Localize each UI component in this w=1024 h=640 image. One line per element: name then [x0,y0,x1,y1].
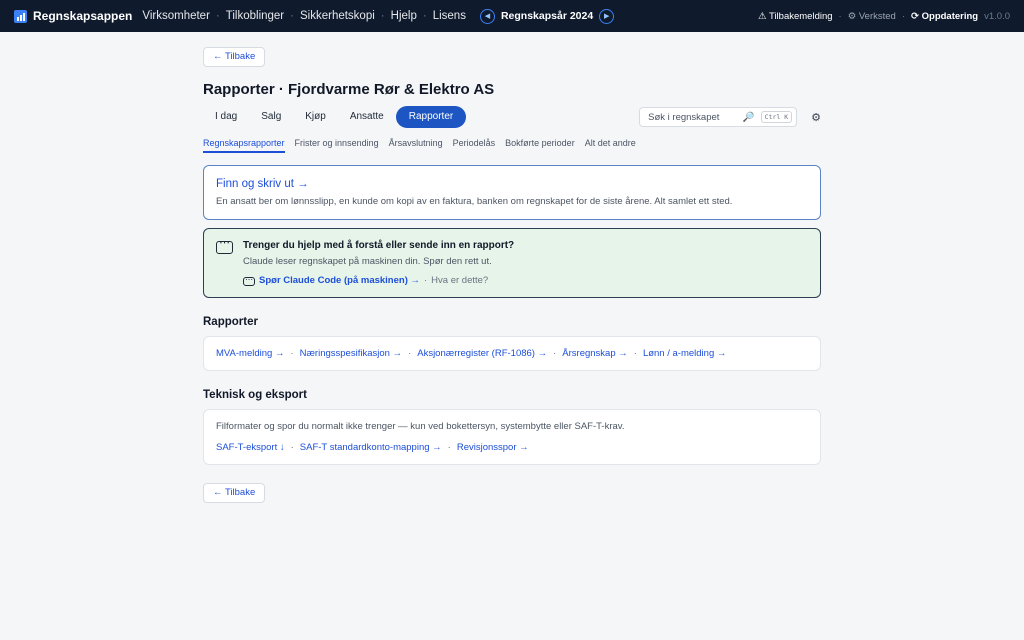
saft-export-link[interactable]: SAF-T-eksport ↓ [216,442,285,453]
nav-hjelp[interactable]: Hjelp [391,10,417,22]
subtab-alt-det-andre[interactable]: Alt det andre [585,138,636,153]
saft-mapping-link[interactable]: SAF-T standardkonto-mapping → [300,442,442,453]
feedback-label: Tilbakemelding [768,10,833,22]
chat-icon [216,238,233,254]
search-icon: 🔎 [742,111,755,123]
fiscal-year-switcher: ◀ Regnskapsår 2024 ▶ [479,8,615,24]
report-link-naeringsspesifikasjon[interactable]: Næringsspesifikasjon → [300,348,402,359]
next-year-icon[interactable]: ▶ [599,8,615,24]
app-logo-icon [14,9,27,23]
tab-rapporter[interactable]: Rapporter [395,106,467,128]
tab-ansatte[interactable]: Ansatte [338,106,396,128]
help-card-text: Claude leser regnskapet på maskinen din.… [243,256,492,267]
search-placeholder: Søk i regnskapet [648,111,720,123]
report-link-lonn[interactable]: Lønn / a-melding → [643,348,726,359]
audit-trail-link[interactable]: Revisjonsspor → [457,442,529,453]
what-is-this-link[interactable]: Hva er dette? [431,275,488,286]
subtab-periodelas[interactable]: Periodelås [453,138,496,153]
tab-salg[interactable]: Salg [249,106,293,128]
nav-sikkerhetskopi[interactable]: Sikkerhetskopi [300,10,375,22]
technical-links: SAF-T-eksport ↓ · SAF-T standardkonto-ma… [216,442,808,453]
workshop-link[interactable]: ⚙ Verksted [848,11,896,22]
subtab-arsavslutning[interactable]: Årsavslutning [389,138,443,153]
workshop-label: Verksted [858,10,896,22]
find-card-text: En ansatt ber om lønnsslipp, en kunde om… [216,196,733,207]
find-card-title[interactable]: Finn og skriv ut → [216,178,808,190]
warning-icon: ⚠ [757,10,767,22]
main-nav: Virksomheter · Tilkoblinger · Sikkerhets… [142,10,466,22]
top-right-tools: ⚠ Tilbakemelding · ⚙ Verksted · ⟳ Oppdat… [758,11,1010,22]
main-tabs: I dag Salg Kjøp Ansatte Rapporter Søk i … [203,106,821,128]
subtab-frister[interactable]: Frister og innsending [295,138,379,153]
separator: · [447,442,451,453]
tab-kjop[interactable]: Kjøp [293,106,338,128]
page-title: Rapporter · Fjordvarme Rør & Elektro AS [203,81,495,98]
separator: · [290,442,294,453]
find-and-print-card[interactable]: Finn og skriv ut → En ansatt ber om lønn… [203,165,821,220]
nav-virksomheter[interactable]: Virksomheter [142,10,210,22]
separator: · [633,348,637,359]
back-button-bottom[interactable]: ← Tilbake [203,483,266,503]
settings-gear-icon[interactable]: ⚙ [811,111,821,124]
feedback-link[interactable]: ⚠ Tilbakemelding [758,11,833,22]
separator: · [290,348,294,359]
brand[interactable]: Regnskapsappen [14,9,132,23]
separator: · [408,348,412,359]
technical-text: Filformater og spor du normalt ikke tren… [216,421,625,432]
nav-separator: · [380,10,385,22]
tab-i-dag[interactable]: I dag [203,106,249,128]
brand-name: Regnskapsappen [33,9,133,23]
previous-year-icon[interactable]: ◀ [479,8,495,24]
separator: · [901,10,906,22]
sub-tabs: Regnskapsrapporter Frister og innsending… [203,138,821,153]
update-link[interactable]: ⟳ Oppdatering [911,11,978,22]
main-content: ← Tilbake Rapporter · Fjordvarme Rør & E… [203,47,821,503]
help-card-title: Trenger du hjelp med å forstå eller send… [243,240,515,251]
search-input[interactable]: Søk i regnskapet 🔎 Ctrl K [639,107,798,127]
subtab-bokforte-perioder[interactable]: Bokførte perioder [505,138,575,153]
update-label: Oppdatering [921,10,979,22]
report-link-mva[interactable]: MVA-melding → [216,348,284,359]
version-label: v1.0.0 [984,10,1010,22]
separator: · [424,275,428,286]
fiscal-year-label: Regnskapsår 2024 [500,10,594,22]
nav-separator: · [422,10,427,22]
report-link-aksjonaerregister[interactable]: Aksjonærregister (RF-1086) → [417,348,547,359]
report-link-arsregnskap[interactable]: Årsregnskap → [562,348,627,359]
help-links: Spør Claude Code (på maskinen) → · Hva e… [243,274,514,286]
reports-section-title: Rapporter [203,316,258,328]
search-shortcut: Ctrl K [760,111,793,123]
nav-separator: · [215,10,220,22]
back-button-top[interactable]: ← Tilbake [203,47,266,67]
chat-small-icon [243,274,255,286]
refresh-icon: ⟳ [911,10,919,22]
nav-separator: · [290,10,294,22]
nav-tilkoblinger[interactable]: Tilkoblinger [226,10,284,22]
subtab-regnskapsrapporter[interactable]: Regnskapsrapporter [203,138,285,153]
separator: · [838,10,842,22]
top-bar: Regnskapsappen Virksomheter · Tilkobling… [0,0,1024,32]
gear-icon: ⚙ [847,10,857,22]
technical-section-title: Teknisk og eksport [203,389,307,401]
reports-card: MVA-melding → · Næringsspesifikasjon → ·… [203,336,821,371]
nav-lisens[interactable]: Lisens [433,10,466,22]
ask-claude-link[interactable]: Spør Claude Code (på maskinen) → [259,275,420,286]
help-card: Trenger du hjelp med å forstå eller send… [203,228,821,298]
separator: · [553,348,557,359]
technical-card: Filformater og spor du normalt ikke tren… [203,409,821,465]
